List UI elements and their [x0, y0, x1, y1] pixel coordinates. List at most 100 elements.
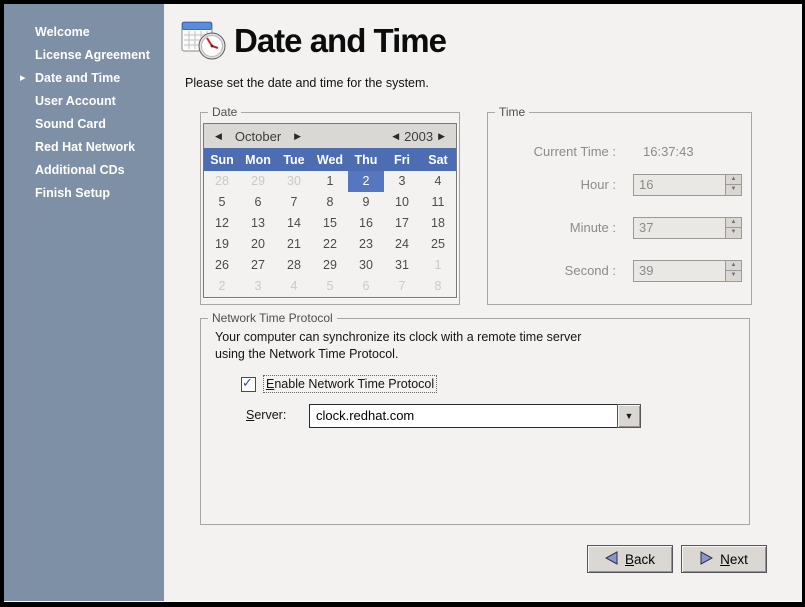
calendar-day[interactable]: 5 [204, 192, 240, 213]
calendar-day[interactable]: 17 [384, 213, 420, 234]
calendar-day[interactable]: 2 [348, 171, 384, 192]
calendar-day[interactable]: 12 [204, 213, 240, 234]
server-input[interactable]: clock.redhat.com [309, 404, 617, 428]
window: ▸Welcome ▸License Agreement ▸Date and Ti… [0, 0, 805, 607]
next-year-icon[interactable]: ▶ [433, 131, 450, 142]
second-row: Second : 39 ▲ ▼ [488, 260, 741, 282]
calendar-day[interactable]: 28 [204, 171, 240, 192]
date-frame-label: Date [208, 105, 241, 119]
ntp-description-line2: using the Network Time Protocol. [215, 347, 398, 361]
sidebar-item-date-and-time[interactable]: ▸Date and Time [4, 67, 164, 90]
calendar-day[interactable]: 10 [384, 192, 420, 213]
calendar-day[interactable]: 18 [420, 213, 456, 234]
server-dropdown-button[interactable]: ▼ [617, 404, 641, 428]
calendar-widget: ◀ October ▶ ◀ 2003 ▶ Sun Mon Tue Wed Thu [203, 123, 457, 298]
spin-down-icon[interactable]: ▼ [725, 271, 742, 282]
sidebar-item-additional-cds[interactable]: ▸Additional CDs [4, 159, 164, 182]
day-header: Wed [312, 153, 348, 167]
back-arrow-icon [605, 551, 618, 568]
ntp-checkbox-label[interactable]: Enable Network Time Protocol [263, 375, 437, 393]
back-button[interactable]: Back [587, 545, 673, 573]
prev-year-icon[interactable]: ◀ [387, 131, 404, 142]
calendar-day[interactable]: 7 [384, 276, 420, 297]
calendar-day[interactable]: 11 [420, 192, 456, 213]
calendar-header: ◀ October ▶ ◀ 2003 ▶ [204, 124, 456, 148]
day-header: Sun [204, 153, 240, 167]
calendar-day[interactable]: 29 [312, 255, 348, 276]
calendar-day[interactable]: 21 [276, 234, 312, 255]
calendar-day[interactable]: 20 [240, 234, 276, 255]
sidebar-item-sound-card[interactable]: ▸Sound Card [4, 113, 164, 136]
wizard-steps-sidebar: ▸Welcome ▸License Agreement ▸Date and Ti… [4, 4, 164, 601]
step-label: Red Hat Network [35, 140, 135, 154]
calendar-day[interactable]: 31 [384, 255, 420, 276]
calendar-day[interactable]: 3 [384, 171, 420, 192]
minute-input[interactable]: 37 [633, 217, 725, 239]
next-button[interactable]: Next [681, 545, 767, 573]
second-spinner: ▲ ▼ [725, 260, 742, 282]
calendar-day[interactable]: 8 [420, 276, 456, 297]
spin-down-icon[interactable]: ▼ [725, 185, 742, 196]
step-label: User Account [35, 94, 116, 108]
check-icon: ✓ [242, 375, 253, 391]
spin-down-icon[interactable]: ▼ [725, 228, 742, 239]
calendar-day[interactable]: 9 [348, 192, 384, 213]
calendar-day[interactable]: 13 [240, 213, 276, 234]
hour-spinner: ▲ ▼ [725, 174, 742, 196]
calendar-day[interactable]: 24 [384, 234, 420, 255]
time-frame: Time Current Time : 16:37:43 Hour : 16 ▲… [487, 112, 752, 305]
page-subtitle: Please set the date and time for the sys… [185, 76, 429, 90]
day-header: Thu [348, 153, 384, 167]
sidebar-item-welcome[interactable]: ▸Welcome [4, 21, 164, 44]
next-month-icon[interactable]: ▶ [289, 131, 306, 142]
calendar-day[interactable]: 1 [420, 255, 456, 276]
calendar-day[interactable]: 22 [312, 234, 348, 255]
calendar-day[interactable]: 15 [312, 213, 348, 234]
calendar-day[interactable]: 25 [420, 234, 456, 255]
calendar-day[interactable]: 8 [312, 192, 348, 213]
calendar-day[interactable]: 30 [276, 171, 312, 192]
calendar-day[interactable]: 14 [276, 213, 312, 234]
calendar-day[interactable]: 4 [276, 276, 312, 297]
calendar-day[interactable]: 30 [348, 255, 384, 276]
second-label: Second : [486, 260, 616, 282]
calendar-day[interactable]: 27 [240, 255, 276, 276]
calendar-day[interactable]: 28 [276, 255, 312, 276]
page-title: Date and Time [234, 22, 446, 60]
calendar-day[interactable]: 16 [348, 213, 384, 234]
day-header: Sat [420, 153, 456, 167]
sidebar-item-user-account[interactable]: ▸User Account [4, 90, 164, 113]
current-time-value: 16:37:43 [643, 141, 694, 163]
next-arrow-icon [700, 551, 713, 568]
calendar-day[interactable]: 26 [204, 255, 240, 276]
calendar-day[interactable]: 4 [420, 171, 456, 192]
ntp-description-line1: Your computer can synchronize its clock … [215, 330, 581, 344]
calendar-day[interactable]: 3 [240, 276, 276, 297]
sidebar-item-license-agreement[interactable]: ▸License Agreement [4, 44, 164, 67]
chevron-down-icon: ▼ [625, 411, 634, 421]
calendar-day[interactable]: 19 [204, 234, 240, 255]
sidebar-item-finish-setup[interactable]: ▸Finish Setup [4, 182, 164, 205]
hour-input[interactable]: 16 [633, 174, 725, 196]
calendar-day[interactable]: 2 [204, 276, 240, 297]
date-frame: Date ◀ October ▶ ◀ 2003 ▶ Sun Mon Tue [200, 112, 460, 305]
calendar-day[interactable]: 23 [348, 234, 384, 255]
spin-up-icon[interactable]: ▲ [725, 174, 742, 185]
ntp-checkbox[interactable]: ✓ [241, 377, 256, 392]
active-step-arrow-icon: ▸ [20, 67, 26, 90]
prev-month-icon[interactable]: ◀ [210, 131, 227, 142]
calendar-day[interactable]: 29 [240, 171, 276, 192]
calendar-day-headers: Sun Mon Tue Wed Thu Fri Sat [204, 148, 456, 171]
second-input[interactable]: 39 [633, 260, 725, 282]
hour-label: Hour : [486, 174, 616, 196]
minute-spinner: ▲ ▼ [725, 217, 742, 239]
spin-up-icon[interactable]: ▲ [725, 217, 742, 228]
calendar-day[interactable]: 1 [312, 171, 348, 192]
calendar-day[interactable]: 5 [312, 276, 348, 297]
sidebar-item-red-hat-network[interactable]: ▸Red Hat Network [4, 136, 164, 159]
calendar-day[interactable]: 7 [276, 192, 312, 213]
calendar-day[interactable]: 6 [240, 192, 276, 213]
calendar-day[interactable]: 6 [348, 276, 384, 297]
spin-up-icon[interactable]: ▲ [725, 260, 742, 271]
ntp-checkbox-row: ✓ Enable Network Time Protocol [241, 375, 437, 393]
